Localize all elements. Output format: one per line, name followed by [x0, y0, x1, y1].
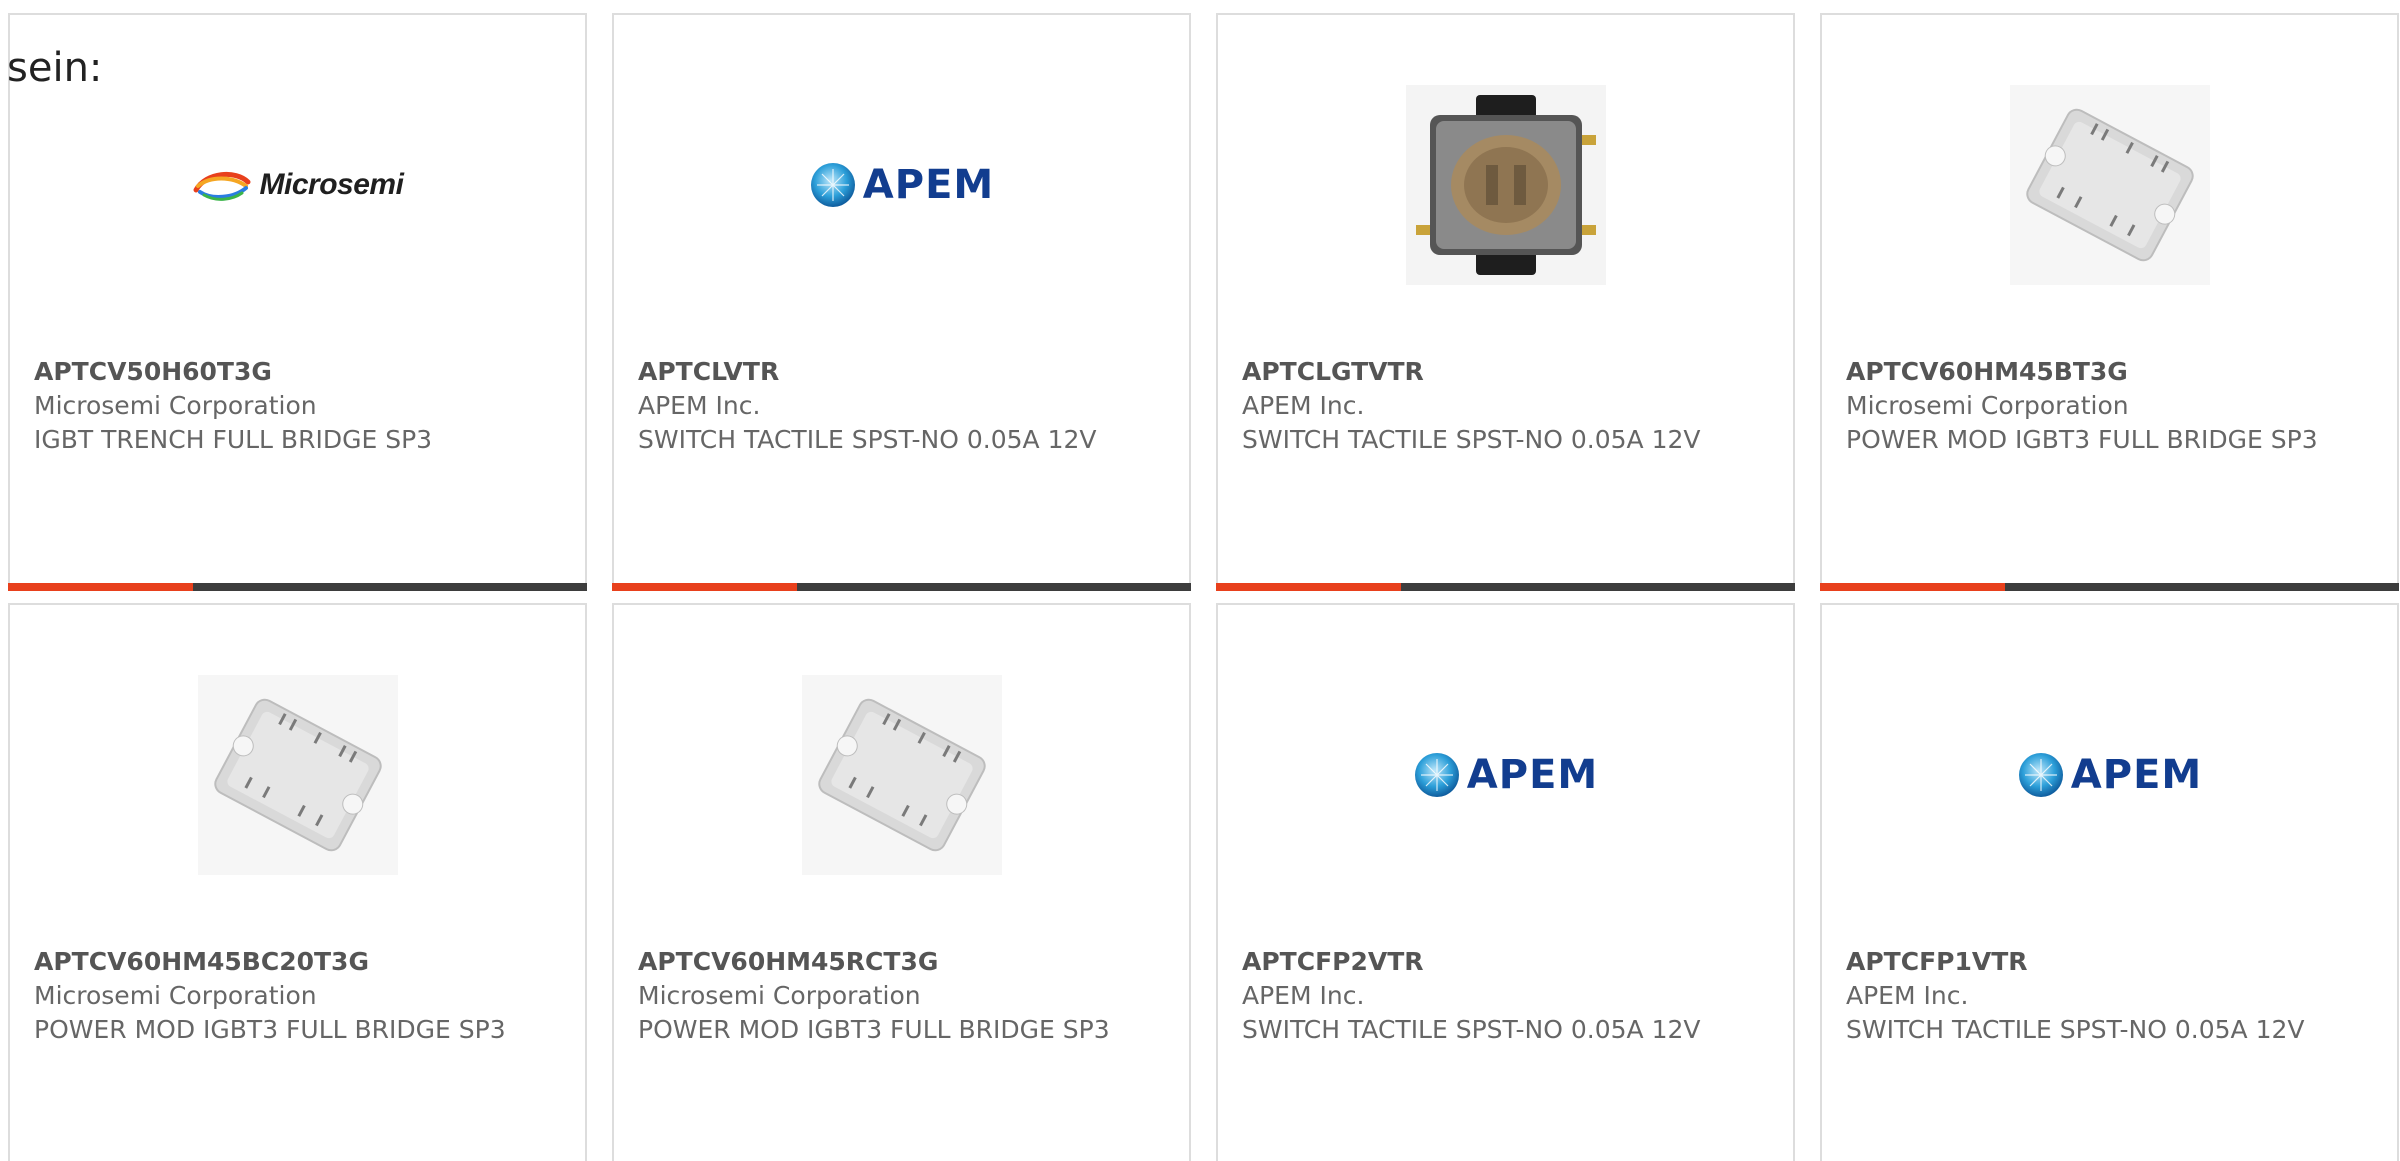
manufacturer: APEM Inc. [638, 391, 761, 420]
part-number[interactable]: APTCV50H60T3G [34, 355, 545, 389]
product-card[interactable]: APEM APTCLVTR APEM Inc. SWITCH TACTILE S… [612, 13, 1191, 591]
apem-logo: APEM [1413, 751, 1598, 799]
card-accent-bar [8, 583, 587, 591]
part-number[interactable]: APTCV60HM45BC20T3G [34, 945, 545, 979]
card-accent-bar [1216, 583, 1795, 591]
product-image-area: APEM [614, 85, 1189, 285]
product-card[interactable]: APTCV60HM45RCT3G Microsemi Corporation P… [612, 603, 1191, 1161]
manufacturer: APEM Inc. [1242, 391, 1365, 420]
product-info: APTCV60HM45BC20T3G Microsemi Corporation… [34, 945, 545, 1047]
apem-globe-icon [2018, 753, 2063, 797]
part-number[interactable]: APTCV60HM45RCT3G [638, 945, 1149, 979]
description: IGBT TRENCH FULL BRIDGE SP3 [34, 425, 433, 454]
product-card[interactable]: Microsemi APTCV50H60T3G Microsemi Corpor… [8, 13, 587, 591]
card-accent-bar [1820, 583, 2399, 591]
apem-globe-icon [1414, 753, 1459, 797]
product-image-area [1822, 85, 2397, 285]
tactile-switch-photo [1405, 85, 1606, 285]
microsemi-logo-text: Microsemi [259, 168, 404, 201]
product-card[interactable]: APEM APTCFP2VTR APEM Inc. SWITCH TACTILE… [1216, 603, 1795, 1161]
description: POWER MOD IGBT3 FULL BRIDGE SP3 [638, 1015, 1110, 1044]
product-card[interactable]: APTCV60HM45BT3G Microsemi Corporation PO… [1820, 13, 2399, 591]
part-number[interactable]: APTCFP1VTR [1846, 945, 2357, 979]
apem-logo: APEM [2017, 751, 2202, 799]
manufacturer: APEM Inc. [1242, 981, 1365, 1010]
manufacturer: Microsemi Corporation [34, 391, 317, 420]
apem-logo-text: APEM [2070, 752, 2203, 798]
product-image-area [1218, 85, 1793, 285]
product-info: APTCLGTVTR APEM Inc. SWITCH TACTILE SPST… [1242, 355, 1753, 457]
product-info: APTCV60HM45BT3G Microsemi Corporation PO… [1846, 355, 2357, 457]
manufacturer: Microsemi Corporation [638, 981, 921, 1010]
part-number[interactable]: APTCV60HM45BT3G [1846, 355, 2357, 389]
manufacturer: Microsemi Corporation [34, 981, 317, 1010]
product-info: APTCV60HM45RCT3G Microsemi Corporation P… [638, 945, 1149, 1047]
manufacturer: Microsemi Corporation [1846, 391, 2129, 420]
description: POWER MOD IGBT3 FULL BRIDGE SP3 [34, 1015, 506, 1044]
card-accent-fill [1216, 583, 1402, 591]
product-image-area [10, 675, 585, 875]
description: SWITCH TACTILE SPST-NO 0.05A 12V [1846, 1015, 2305, 1044]
product-grid: Microsemi APTCV50H60T3G Microsemi Corpor… [8, 13, 2399, 1161]
product-image-area: APEM [1822, 675, 2397, 875]
apem-globe-icon [810, 163, 855, 207]
card-accent-fill [1820, 583, 2006, 591]
card-accent-bar [612, 583, 1191, 591]
product-image-area [614, 675, 1189, 875]
card-accent-fill [612, 583, 798, 591]
product-image-area: Microsemi [10, 85, 585, 285]
product-card[interactable]: APEM APTCFP1VTR APEM Inc. SWITCH TACTILE… [1820, 603, 2399, 1161]
description: SWITCH TACTILE SPST-NO 0.05A 12V [1242, 1015, 1701, 1044]
product-image-area: APEM [1218, 675, 1793, 875]
description: SWITCH TACTILE SPST-NO 0.05A 12V [638, 425, 1097, 454]
manufacturer: APEM Inc. [1846, 981, 1969, 1010]
card-accent-fill [8, 583, 194, 591]
apem-logo-text: APEM [862, 162, 995, 208]
description: SWITCH TACTILE SPST-NO 0.05A 12V [1242, 425, 1701, 454]
apem-logo: APEM [809, 161, 994, 209]
product-info: APTCFP1VTR APEM Inc. SWITCH TACTILE SPST… [1846, 945, 2357, 1047]
description: POWER MOD IGBT3 FULL BRIDGE SP3 [1846, 425, 2318, 454]
lead-text: sein: [7, 45, 103, 91]
microsemi-logo: Microsemi [192, 168, 404, 202]
part-number[interactable]: APTCFP2VTR [1242, 945, 1753, 979]
product-card[interactable]: APTCV60HM45BC20T3G Microsemi Corporation… [8, 603, 587, 1161]
part-number[interactable]: APTCLGTVTR [1242, 355, 1753, 389]
product-info: APTCV50H60T3G Microsemi Corporation IGBT… [34, 355, 545, 457]
power-module-photo [2009, 85, 2210, 285]
power-module-photo [801, 675, 1002, 875]
product-info: APTCFP2VTR APEM Inc. SWITCH TACTILE SPST… [1242, 945, 1753, 1047]
part-number[interactable]: APTCLVTR [638, 355, 1149, 389]
product-card[interactable]: APTCLGTVTR APEM Inc. SWITCH TACTILE SPST… [1216, 13, 1795, 591]
power-module-photo [197, 675, 398, 875]
apem-logo-text: APEM [1466, 752, 1599, 798]
product-info: APTCLVTR APEM Inc. SWITCH TACTILE SPST-N… [638, 355, 1149, 457]
product-page: sein: Microsemi APTCV50H60T3G Microsemi … [0, 0, 2400, 1161]
